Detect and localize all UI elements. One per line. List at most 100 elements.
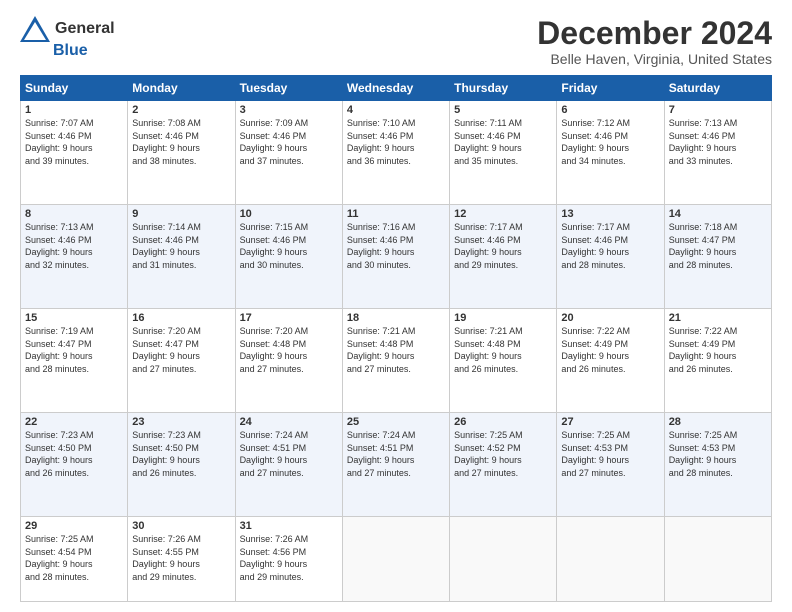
day-number: 16 (132, 312, 230, 324)
day-info: Sunrise: 7:24 AMSunset: 4:51 PMDaylight:… (347, 429, 445, 479)
col-saturday: Saturday (664, 76, 771, 101)
calendar-page: General Blue December 2024 Belle Haven, … (0, 0, 792, 612)
table-row: 10Sunrise: 7:15 AMSunset: 4:46 PMDayligh… (235, 205, 342, 309)
table-row: 9Sunrise: 7:14 AMSunset: 4:46 PMDaylight… (128, 205, 235, 309)
calendar-table: Sunday Monday Tuesday Wednesday Thursday… (20, 75, 772, 602)
day-number: 18 (347, 312, 445, 324)
table-row: 31Sunrise: 7:26 AMSunset: 4:56 PMDayligh… (235, 516, 342, 601)
day-info: Sunrise: 7:17 AMSunset: 4:46 PMDaylight:… (454, 221, 552, 271)
col-wednesday: Wednesday (342, 76, 449, 101)
day-info: Sunrise: 7:21 AMSunset: 4:48 PMDaylight:… (454, 325, 552, 375)
table-row: 8Sunrise: 7:13 AMSunset: 4:46 PMDaylight… (21, 205, 128, 309)
table-row: 12Sunrise: 7:17 AMSunset: 4:46 PMDayligh… (450, 205, 557, 309)
location-title: Belle Haven, Virginia, United States (537, 51, 772, 67)
day-info: Sunrise: 7:24 AMSunset: 4:51 PMDaylight:… (240, 429, 338, 479)
day-number: 20 (561, 312, 659, 324)
table-row (557, 516, 664, 601)
day-info: Sunrise: 7:26 AMSunset: 4:56 PMDaylight:… (240, 533, 338, 583)
day-number: 8 (25, 208, 123, 220)
day-number: 26 (454, 416, 552, 428)
table-row: 13Sunrise: 7:17 AMSunset: 4:46 PMDayligh… (557, 205, 664, 309)
day-number: 31 (240, 520, 338, 532)
day-number: 3 (240, 104, 338, 116)
day-number: 5 (454, 104, 552, 116)
day-info: Sunrise: 7:25 AMSunset: 4:53 PMDaylight:… (561, 429, 659, 479)
header: General Blue December 2024 Belle Haven, … (20, 16, 772, 67)
table-row: 27Sunrise: 7:25 AMSunset: 4:53 PMDayligh… (557, 413, 664, 517)
day-info: Sunrise: 7:23 AMSunset: 4:50 PMDaylight:… (25, 429, 123, 479)
day-number: 11 (347, 208, 445, 220)
day-number: 30 (132, 520, 230, 532)
day-number: 19 (454, 312, 552, 324)
day-info: Sunrise: 7:12 AMSunset: 4:46 PMDaylight:… (561, 117, 659, 167)
day-info: Sunrise: 7:22 AMSunset: 4:49 PMDaylight:… (561, 325, 659, 375)
table-row: 28Sunrise: 7:25 AMSunset: 4:53 PMDayligh… (664, 413, 771, 517)
table-row: 1Sunrise: 7:07 AMSunset: 4:46 PMDaylight… (21, 101, 128, 205)
day-number: 23 (132, 416, 230, 428)
day-info: Sunrise: 7:09 AMSunset: 4:46 PMDaylight:… (240, 117, 338, 167)
day-number: 1 (25, 104, 123, 116)
day-info: Sunrise: 7:25 AMSunset: 4:53 PMDaylight:… (669, 429, 767, 479)
table-row: 23Sunrise: 7:23 AMSunset: 4:50 PMDayligh… (128, 413, 235, 517)
day-number: 24 (240, 416, 338, 428)
day-number: 4 (347, 104, 445, 116)
header-row: Sunday Monday Tuesday Wednesday Thursday… (21, 76, 772, 101)
day-info: Sunrise: 7:17 AMSunset: 4:46 PMDaylight:… (561, 221, 659, 271)
logo-text: General (20, 16, 117, 42)
day-info: Sunrise: 7:25 AMSunset: 4:52 PMDaylight:… (454, 429, 552, 479)
table-row: 24Sunrise: 7:24 AMSunset: 4:51 PMDayligh… (235, 413, 342, 517)
table-row: 15Sunrise: 7:19 AMSunset: 4:47 PMDayligh… (21, 309, 128, 413)
day-number: 14 (669, 208, 767, 220)
table-row: 7Sunrise: 7:13 AMSunset: 4:46 PMDaylight… (664, 101, 771, 205)
day-number: 10 (240, 208, 338, 220)
month-title: December 2024 (537, 16, 772, 51)
col-tuesday: Tuesday (235, 76, 342, 101)
day-info: Sunrise: 7:21 AMSunset: 4:48 PMDaylight:… (347, 325, 445, 375)
day-info: Sunrise: 7:16 AMSunset: 4:46 PMDaylight:… (347, 221, 445, 271)
day-info: Sunrise: 7:20 AMSunset: 4:48 PMDaylight:… (240, 325, 338, 375)
table-row: 5Sunrise: 7:11 AMSunset: 4:46 PMDaylight… (450, 101, 557, 205)
day-number: 9 (132, 208, 230, 220)
day-info: Sunrise: 7:22 AMSunset: 4:49 PMDaylight:… (669, 325, 767, 375)
logo-blue-text: Blue (53, 42, 88, 60)
table-row: 6Sunrise: 7:12 AMSunset: 4:46 PMDaylight… (557, 101, 664, 205)
table-row: 2Sunrise: 7:08 AMSunset: 4:46 PMDaylight… (128, 101, 235, 205)
day-number: 15 (25, 312, 123, 324)
day-info: Sunrise: 7:15 AMSunset: 4:46 PMDaylight:… (240, 221, 338, 271)
day-info: Sunrise: 7:13 AMSunset: 4:46 PMDaylight:… (669, 117, 767, 167)
day-info: Sunrise: 7:13 AMSunset: 4:46 PMDaylight:… (25, 221, 123, 271)
day-number: 13 (561, 208, 659, 220)
table-row: 19Sunrise: 7:21 AMSunset: 4:48 PMDayligh… (450, 309, 557, 413)
table-row: 26Sunrise: 7:25 AMSunset: 4:52 PMDayligh… (450, 413, 557, 517)
logo-general (20, 16, 53, 42)
day-info: Sunrise: 7:11 AMSunset: 4:46 PMDaylight:… (454, 117, 552, 167)
day-info: Sunrise: 7:19 AMSunset: 4:47 PMDaylight:… (25, 325, 123, 375)
table-row: 18Sunrise: 7:21 AMSunset: 4:48 PMDayligh… (342, 309, 449, 413)
table-row: 22Sunrise: 7:23 AMSunset: 4:50 PMDayligh… (21, 413, 128, 517)
table-row: 3Sunrise: 7:09 AMSunset: 4:46 PMDaylight… (235, 101, 342, 205)
table-row: 17Sunrise: 7:20 AMSunset: 4:48 PMDayligh… (235, 309, 342, 413)
day-number: 22 (25, 416, 123, 428)
day-info: Sunrise: 7:14 AMSunset: 4:46 PMDaylight:… (132, 221, 230, 271)
day-number: 27 (561, 416, 659, 428)
table-row: 29Sunrise: 7:25 AMSunset: 4:54 PMDayligh… (21, 516, 128, 601)
day-number: 6 (561, 104, 659, 116)
day-info: Sunrise: 7:20 AMSunset: 4:47 PMDaylight:… (132, 325, 230, 375)
table-row: 25Sunrise: 7:24 AMSunset: 4:51 PMDayligh… (342, 413, 449, 517)
day-number: 28 (669, 416, 767, 428)
day-info: Sunrise: 7:25 AMSunset: 4:54 PMDaylight:… (25, 533, 123, 583)
col-sunday: Sunday (21, 76, 128, 101)
day-info: Sunrise: 7:07 AMSunset: 4:46 PMDaylight:… (25, 117, 123, 167)
table-row: 20Sunrise: 7:22 AMSunset: 4:49 PMDayligh… (557, 309, 664, 413)
table-row (450, 516, 557, 601)
table-row: 30Sunrise: 7:26 AMSunset: 4:55 PMDayligh… (128, 516, 235, 601)
day-info: Sunrise: 7:26 AMSunset: 4:55 PMDaylight:… (132, 533, 230, 583)
table-row (342, 516, 449, 601)
col-thursday: Thursday (450, 76, 557, 101)
day-info: Sunrise: 7:18 AMSunset: 4:47 PMDaylight:… (669, 221, 767, 271)
day-number: 12 (454, 208, 552, 220)
col-monday: Monday (128, 76, 235, 101)
day-number: 17 (240, 312, 338, 324)
table-row: 16Sunrise: 7:20 AMSunset: 4:47 PMDayligh… (128, 309, 235, 413)
table-row: 14Sunrise: 7:18 AMSunset: 4:47 PMDayligh… (664, 205, 771, 309)
